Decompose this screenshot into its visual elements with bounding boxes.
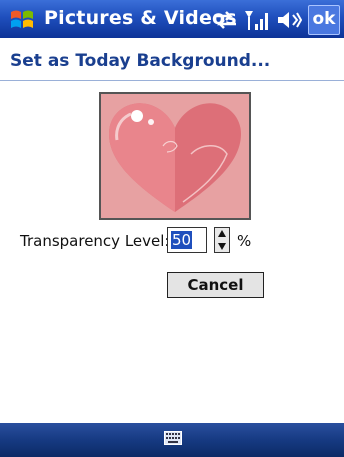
speaker-icon[interactable]: [276, 9, 302, 31]
ok-button[interactable]: ok: [308, 5, 340, 35]
keyboard-icon[interactable]: [164, 431, 182, 445]
heart-picture: [101, 94, 249, 218]
soft-key-bar: [0, 423, 344, 457]
page-header: Set as Today Background...: [0, 38, 344, 81]
sync-arrows-icon[interactable]: [212, 9, 238, 31]
transparency-spinner[interactable]: [214, 227, 230, 253]
page-title: Set as Today Background...: [10, 51, 271, 71]
signal-strength-icon[interactable]: [244, 9, 270, 31]
spin-down-icon[interactable]: [217, 241, 227, 251]
background-preview-image: [99, 92, 251, 220]
windows-flag-icon[interactable]: [8, 6, 36, 34]
transparency-input[interactable]: 50: [167, 227, 207, 253]
app-title: Pictures & Videos: [44, 7, 237, 29]
title-bar: Pictures & Videos ok: [0, 0, 344, 38]
percent-unit: %: [237, 232, 252, 250]
transparency-label: Transparency Level:: [20, 232, 170, 250]
cancel-button[interactable]: Cancel: [167, 272, 264, 298]
transparency-value[interactable]: 50: [171, 231, 193, 249]
spin-up-icon[interactable]: [217, 229, 227, 239]
